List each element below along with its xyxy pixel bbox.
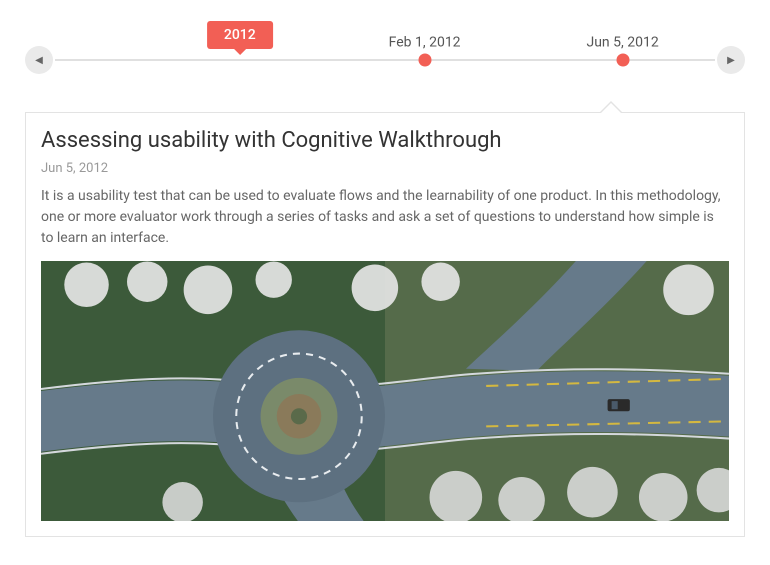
content-card: Assessing usability with Cognitive Walkt… <box>25 112 745 537</box>
year-badge: 2012 <box>207 21 273 49</box>
timeline-event[interactable]: Feb 1, 2012 <box>418 54 431 67</box>
card-date: Jun 5, 2012 <box>41 161 729 176</box>
timeline-next-button[interactable]: ▶ <box>717 46 745 74</box>
timeline-event-dot[interactable] <box>616 54 629 67</box>
timeline-year-marker: 2012 <box>207 21 273 49</box>
card-body: It is a usability test that can be used … <box>41 186 729 249</box>
timeline-event[interactable]: Jun 5, 2012 <box>616 54 629 67</box>
timeline-event-label: Feb 1, 2012 <box>389 35 461 51</box>
timeline-track: 2012 Feb 1, 2012 Jun 5, 2012 <box>55 59 715 61</box>
timeline-event-dot[interactable] <box>418 54 431 67</box>
timeline-event-label: Jun 5, 2012 <box>586 35 658 51</box>
timeline-prev-button[interactable]: ◀ <box>25 46 53 74</box>
card-image <box>41 261 729 521</box>
timeline: ◀ 2012 Feb 1, 2012 Jun 5, 2012 ▶ <box>25 0 745 112</box>
card-title: Assessing usability with Cognitive Walkt… <box>41 128 729 153</box>
